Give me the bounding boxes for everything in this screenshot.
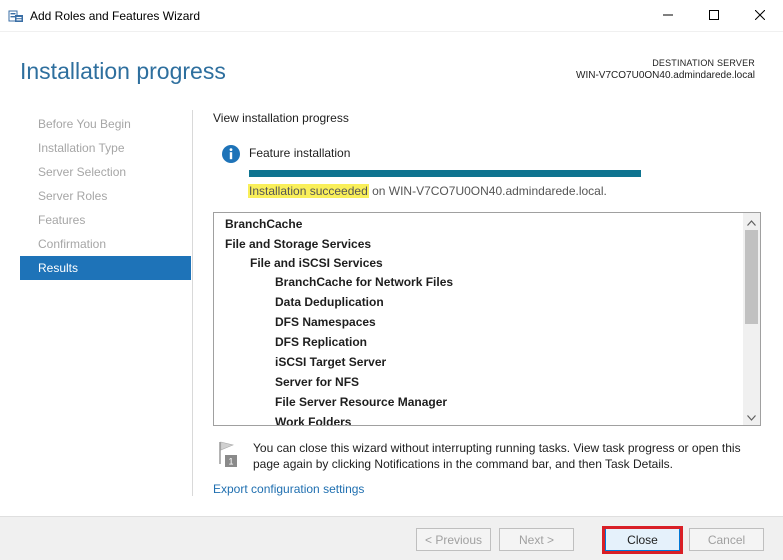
scrollbar-thumb[interactable] — [745, 230, 758, 324]
window-close-button[interactable] — [737, 0, 783, 32]
progress-fill — [249, 170, 641, 177]
nav-item-server-selection: Server Selection — [38, 165, 127, 179]
notification-count: 1 — [228, 457, 233, 467]
nav-item-results[interactable]: Results — [20, 256, 191, 280]
nav-item-before-you-begin: Before You Begin — [38, 117, 131, 131]
installation-status-highlight: Installation succeeded — [248, 184, 369, 198]
destination-server-label: DESTINATION SERVER — [652, 58, 755, 68]
page-title: Installation progress — [20, 58, 226, 84]
installation-progress-bar — [249, 170, 641, 177]
list-item: Server for NFS — [275, 375, 360, 389]
info-icon — [221, 144, 241, 164]
list-item: File and iSCSI Services — [250, 256, 383, 270]
list-item: iSCSI Target Server — [275, 355, 387, 369]
previous-button[interactable]: < Previous — [416, 528, 491, 551]
list-item: Data Deduplication — [275, 295, 384, 309]
list-item: File and Storage Services — [225, 237, 372, 251]
scroll-up-button[interactable] — [743, 213, 760, 230]
close-wizard-note: You can close this wizard without interr… — [253, 441, 741, 471]
nav-item-installation-type: Installation Type — [38, 141, 125, 155]
list-item: BranchCache for Network Files — [275, 275, 454, 289]
list-item: File Server Resource Manager — [275, 395, 448, 409]
next-button[interactable]: Next > — [499, 528, 574, 551]
installed-features-list[interactable]: BranchCache File and Storage Services Fi… — [213, 212, 761, 426]
cancel-button[interactable]: Cancel — [689, 528, 764, 551]
server-manager-icon — [8, 8, 24, 24]
window-titlebar: Add Roles and Features Wizard — [0, 0, 783, 32]
minimize-button[interactable] — [645, 0, 691, 32]
nav-item-features: Features — [38, 213, 86, 227]
close-button[interactable]: Close — [605, 528, 680, 551]
export-configuration-link[interactable]: Export configuration settings — [213, 482, 364, 496]
wizard-footer: < Previous Next > Close Cancel — [0, 516, 783, 560]
maximize-icon — [709, 9, 719, 23]
installation-result: Installation succeeded on WIN-V7CO7U0ON4… — [248, 184, 607, 198]
list-item: DFS Replication — [275, 335, 368, 349]
wizard-nav: Before You Begin Installation Type Serve… — [20, 112, 191, 280]
destination-server-name: WIN-V7CO7U0ON40.admindarede.local — [576, 70, 755, 81]
scroll-down-button[interactable] — [743, 408, 760, 425]
installation-result-detail: on WIN-V7CO7U0ON40.admindarede.local. — [368, 184, 607, 198]
list-item: BranchCache — [225, 217, 303, 231]
installed-features-list-content: BranchCache File and Storage Services Fi… — [214, 213, 744, 426]
close-icon — [754, 9, 766, 23]
nav-item-server-roles: Server Roles — [38, 189, 108, 203]
list-scrollbar[interactable] — [743, 213, 760, 425]
notification-flag-icon: 1 — [217, 440, 239, 468]
chevron-up-icon — [747, 215, 756, 229]
minimize-icon — [663, 9, 673, 23]
nav-divider — [192, 110, 193, 496]
chevron-down-icon — [747, 410, 756, 424]
window-title: Add Roles and Features Wizard — [30, 9, 201, 23]
maximize-button[interactable] — [691, 0, 737, 32]
wizard-header: Installation progress DESTINATION SERVER… — [0, 32, 783, 98]
section-title: View installation progress — [213, 111, 349, 125]
nav-item-confirmation: Confirmation — [38, 237, 107, 251]
feature-installation-label: Feature installation — [249, 146, 351, 160]
list-item: DFS Namespaces — [275, 315, 376, 329]
list-item: Work Folders — [275, 415, 352, 426]
